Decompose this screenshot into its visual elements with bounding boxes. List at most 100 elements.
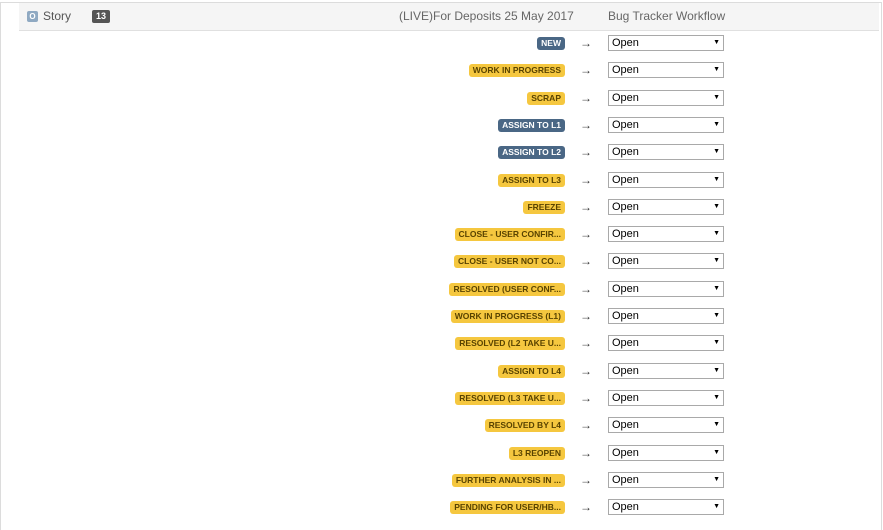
chevron-down-icon: ▼	[713, 257, 720, 264]
target-status-value: Open	[612, 174, 639, 186]
target-status-value: Open	[612, 228, 639, 240]
target-status-select[interactable]: Open ▼	[608, 363, 724, 379]
chevron-down-icon: ▼	[713, 421, 720, 428]
arrow-right-icon: →	[580, 418, 592, 432]
chevron-down-icon: ▼	[713, 367, 720, 374]
status-mapping-row: L3 REOPEN → Open ▼	[0, 444, 883, 464]
source-status-badge: ASSIGN TO L4	[498, 365, 565, 378]
source-status-badge: CLOSE - USER CONFIR...	[454, 228, 565, 241]
arrow-right-icon: →	[580, 282, 592, 296]
target-status-value: Open	[612, 255, 639, 267]
target-status-select[interactable]: Open ▼	[608, 144, 724, 160]
target-status-select[interactable]: Open ▼	[608, 472, 724, 488]
target-status-value: Open	[612, 283, 639, 295]
chevron-down-icon: ▼	[713, 94, 720, 101]
arrow-right-icon: →	[580, 254, 592, 268]
source-status-badge: FREEZE	[523, 201, 565, 214]
arrow-right-icon: →	[580, 473, 592, 487]
target-status-select[interactable]: Open ▼	[608, 199, 724, 215]
target-status-select[interactable]: Open ▼	[608, 35, 724, 51]
chevron-down-icon: ▼	[713, 66, 720, 73]
status-mapping-row: SCRAP → Open ▼	[0, 89, 883, 109]
status-mapping-row: PENDING FOR USER/HB... → Open ▼	[0, 498, 883, 518]
source-status-badge: PENDING FOR USER/HB...	[450, 501, 565, 514]
source-status-badge: NEW	[537, 37, 565, 50]
target-status-select[interactable]: Open ▼	[608, 335, 724, 351]
source-status-badge: RESOLVED (L2 TAKE U...	[455, 337, 565, 350]
target-status-value: Open	[612, 64, 639, 76]
target-status-value: Open	[612, 419, 639, 431]
status-mapping-row: WORK IN PROGRESS → Open ▼	[0, 61, 883, 81]
status-mapping-row: RESOLVED (L3 TAKE U... → Open ▼	[0, 389, 883, 409]
target-status-select[interactable]: Open ▼	[608, 390, 724, 406]
source-status-badge: RESOLVED BY L4	[484, 419, 565, 432]
target-status-select[interactable]: Open ▼	[608, 172, 724, 188]
target-status-value: Open	[612, 37, 639, 49]
target-status-select[interactable]: Open ▼	[608, 62, 724, 78]
arrow-right-icon: →	[580, 391, 592, 405]
target-status-select[interactable]: Open ▼	[608, 308, 724, 324]
status-mapping-row: FURTHER ANALYSIS IN ... → Open ▼	[0, 471, 883, 491]
target-status-select[interactable]: Open ▼	[608, 281, 724, 297]
target-status-value: Open	[612, 337, 639, 349]
status-mapping-row: ASSIGN TO L2 → Open ▼	[0, 143, 883, 163]
chevron-down-icon: ▼	[713, 476, 720, 483]
issue-type-header: O Story 13 (LIVE)For Deposits 25 May 201…	[19, 3, 879, 31]
status-mapping-row: WORK IN PROGRESS (L1) → Open ▼	[0, 307, 883, 327]
story-type-icon: O	[27, 11, 38, 22]
target-status-select[interactable]: Open ▼	[608, 117, 724, 133]
source-status-badge: CLOSE - USER NOT CO...	[454, 255, 565, 268]
target-status-value: Open	[612, 201, 639, 213]
source-status-badge: L3 REOPEN	[508, 447, 565, 460]
status-mapping-row: RESOLVED (USER CONF... → Open ▼	[0, 280, 883, 300]
chevron-down-icon: ▼	[713, 176, 720, 183]
source-status-badge: ASSIGN TO L2	[498, 146, 565, 159]
target-status-select[interactable]: Open ▼	[608, 226, 724, 242]
target-status-select[interactable]: Open ▼	[608, 445, 724, 461]
issue-count-badge: 13	[92, 10, 111, 23]
status-mapping-row: ASSIGN TO L3 → Open ▼	[0, 171, 883, 191]
target-status-value: Open	[612, 365, 639, 377]
issue-type-label: Story	[43, 9, 72, 23]
arrow-right-icon: →	[580, 173, 592, 187]
arrow-right-icon: →	[580, 91, 592, 105]
chevron-down-icon: ▼	[713, 503, 720, 510]
arrow-right-icon: →	[580, 227, 592, 241]
arrow-right-icon: →	[580, 63, 592, 77]
target-status-value: Open	[612, 146, 639, 158]
target-status-value: Open	[612, 310, 639, 322]
arrow-right-icon: →	[580, 200, 592, 214]
target-status-select[interactable]: Open ▼	[608, 499, 724, 515]
chevron-down-icon: ▼	[713, 39, 720, 46]
target-status-value: Open	[612, 92, 639, 104]
arrow-right-icon: →	[580, 145, 592, 159]
status-mapping-row: FREEZE → Open ▼	[0, 198, 883, 218]
chevron-down-icon: ▼	[713, 339, 720, 346]
target-status-value: Open	[612, 119, 639, 131]
chevron-down-icon: ▼	[713, 203, 720, 210]
target-status-select[interactable]: Open ▼	[608, 90, 724, 106]
status-mapping-row: CLOSE - USER CONFIR... → Open ▼	[0, 225, 883, 245]
source-status-badge: WORK IN PROGRESS (L1)	[450, 310, 565, 323]
source-status-badge: RESOLVED (USER CONF...	[449, 283, 565, 296]
source-status-badge: FURTHER ANALYSIS IN ...	[451, 474, 565, 487]
status-mapping-row: CLOSE - USER NOT CO... → Open ▼	[0, 252, 883, 272]
status-mapping-row: ASSIGN TO L1 → Open ▼	[0, 116, 883, 136]
arrow-right-icon: →	[580, 364, 592, 378]
chevron-down-icon: ▼	[713, 312, 720, 319]
source-status-badge: ASSIGN TO L1	[498, 119, 565, 132]
chevron-down-icon: ▼	[713, 449, 720, 456]
source-status-badge: WORK IN PROGRESS	[468, 64, 565, 77]
arrow-right-icon: →	[580, 446, 592, 460]
arrow-right-icon: →	[580, 500, 592, 514]
source-project-name: (LIVE)For Deposits 25 May 2017	[399, 9, 574, 23]
chevron-down-icon: ▼	[713, 285, 720, 292]
arrow-right-icon: →	[580, 309, 592, 323]
arrow-right-icon: →	[580, 118, 592, 132]
chevron-down-icon: ▼	[713, 121, 720, 128]
status-mapping-row: ASSIGN TO L4 → Open ▼	[0, 362, 883, 382]
chevron-down-icon: ▼	[713, 230, 720, 237]
target-status-select[interactable]: Open ▼	[608, 253, 724, 269]
target-status-select[interactable]: Open ▼	[608, 417, 724, 433]
status-mapping-row: NEW → Open ▼	[0, 34, 883, 54]
